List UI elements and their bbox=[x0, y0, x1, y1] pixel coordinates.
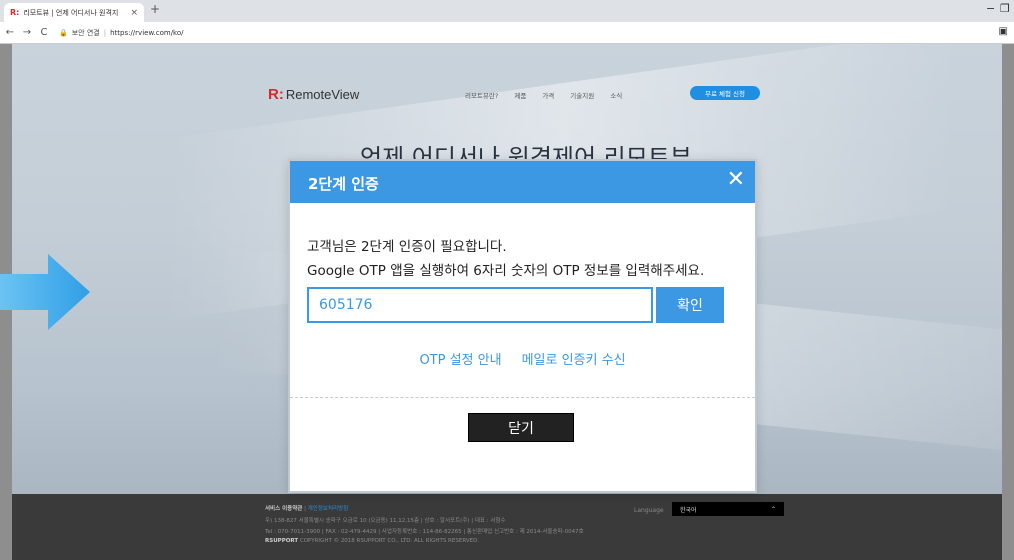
web-page: R: RemoteView 리모트뷰란? 제품 가격 기술지원 소식 무료 체험… bbox=[0, 44, 1014, 560]
footer-contact: Tel : 070-7011-3900 | FAX : 02-479-4429 … bbox=[265, 529, 584, 535]
tab-title: 리모트뷰 | 언제 어디서나 원격지 bbox=[23, 8, 119, 17]
nav-item-support[interactable]: 기술지원 bbox=[570, 90, 594, 100]
email-auth-key-link[interactable]: 메일로 인증키 수신 bbox=[522, 349, 626, 368]
close-icon[interactable]: ✕ bbox=[727, 167, 745, 193]
dialog-header: 2단계 인증 ✕ bbox=[290, 161, 755, 203]
reload-button[interactable]: C bbox=[37, 27, 51, 38]
close-button[interactable]: 닫기 bbox=[468, 413, 574, 442]
dialog-title: 2단계 인증 bbox=[308, 175, 379, 193]
footer-address: 우) 138-827 서울특별시 송파구 오금로 10 (오금동) 11,12,… bbox=[265, 518, 506, 524]
browser-tab[interactable]: R: 리모트뷰 | 언제 어디서나 원격지 × bbox=[4, 3, 144, 22]
dialog-links: OTP 설정 안내 메일로 인증키 수신 bbox=[290, 349, 755, 368]
profile-icon[interactable]: ▣ bbox=[999, 26, 1008, 37]
forward-button[interactable]: → bbox=[20, 27, 34, 38]
tab-close-icon[interactable]: × bbox=[130, 8, 138, 18]
nav-item-pricing[interactable]: 가격 bbox=[542, 90, 554, 100]
site-footer: 서비스 이용약관 | 개인정보처리방침 우) 138-827 서울특별시 송파구… bbox=[12, 494, 1002, 560]
site-favicon-icon: R: bbox=[10, 8, 20, 17]
lock-icon: 🔒 bbox=[59, 28, 68, 37]
otp-input[interactable]: 605176 bbox=[307, 287, 653, 323]
url-field[interactable]: 🔒 보안 연결 | https://rview.com/ko/ bbox=[59, 28, 184, 38]
nav-item-about[interactable]: 리모트뷰란? bbox=[465, 90, 498, 100]
chevron-icon: ⌃ bbox=[770, 505, 776, 513]
new-tab-button[interactable]: + bbox=[150, 2, 160, 16]
language-select[interactable]: 한국어 ⌃ bbox=[672, 502, 784, 516]
terms-link[interactable]: 서비스 이용약관 bbox=[265, 506, 302, 512]
copyright-text: COPYRIGHT © 2018 RSUPPORT CO., LTD. ALL … bbox=[299, 538, 480, 544]
footer-copyright-line: RSUPPORT COPYRIGHT © 2018 RSUPPORT CO., … bbox=[265, 538, 479, 544]
site-nav: 리모트뷰란? 제품 가격 기술지원 소식 bbox=[465, 90, 622, 100]
back-button[interactable]: ← bbox=[3, 27, 17, 38]
confirm-button[interactable]: 확인 bbox=[656, 287, 724, 323]
dialog-divider bbox=[290, 397, 755, 398]
page-right-gutter bbox=[1002, 44, 1014, 560]
nav-item-products[interactable]: 제품 bbox=[514, 90, 526, 100]
otp-setup-guide-link[interactable]: OTP 설정 안내 bbox=[419, 349, 501, 368]
minimize-button[interactable]: − bbox=[986, 2, 995, 15]
otp-instruction-message: Google OTP 앱을 실행하여 6자리 숫자의 OTP 정보를 입력해주세… bbox=[307, 263, 705, 279]
pointer-arrow-icon bbox=[0, 254, 90, 330]
logo-text: RemoteView bbox=[285, 87, 360, 102]
language-label: Language bbox=[634, 507, 664, 514]
auth-required-message: 고객님은 2단계 인증이 필요합니다. bbox=[307, 239, 507, 255]
restore-button[interactable]: ❐ bbox=[1000, 2, 1010, 15]
free-trial-button[interactable]: 무료 체험 신청 bbox=[690, 86, 760, 100]
logo-mark-icon: R: bbox=[268, 86, 284, 103]
language-value: 한국어 bbox=[680, 506, 697, 514]
rsupport-logo: RSUPPORT bbox=[265, 538, 299, 544]
browser-tab-bar: R: 리모트뷰 | 언제 어디서나 원격지 × + − ❐ bbox=[0, 0, 1014, 22]
security-text: 보안 연결 bbox=[71, 28, 100, 37]
privacy-link[interactable]: 개인정보처리방침 bbox=[308, 506, 348, 512]
nav-item-news[interactable]: 소식 bbox=[610, 90, 622, 100]
footer-links: 서비스 이용약관 | 개인정보처리방침 bbox=[265, 504, 348, 512]
url-separator: | bbox=[103, 28, 107, 37]
browser-address-bar: ← → C 🔒 보안 연결 | https://rview.com/ko/ ▣ bbox=[0, 22, 1014, 44]
url-text: https://rview.com/ko/ bbox=[110, 28, 184, 37]
site-header: R: RemoteView 리모트뷰란? 제품 가격 기술지원 소식 무료 체험… bbox=[268, 86, 760, 106]
remoteview-logo[interactable]: R: RemoteView bbox=[268, 86, 359, 103]
two-factor-auth-dialog: 2단계 인증 ✕ 고객님은 2단계 인증이 필요합니다. Google OTP … bbox=[288, 159, 757, 493]
